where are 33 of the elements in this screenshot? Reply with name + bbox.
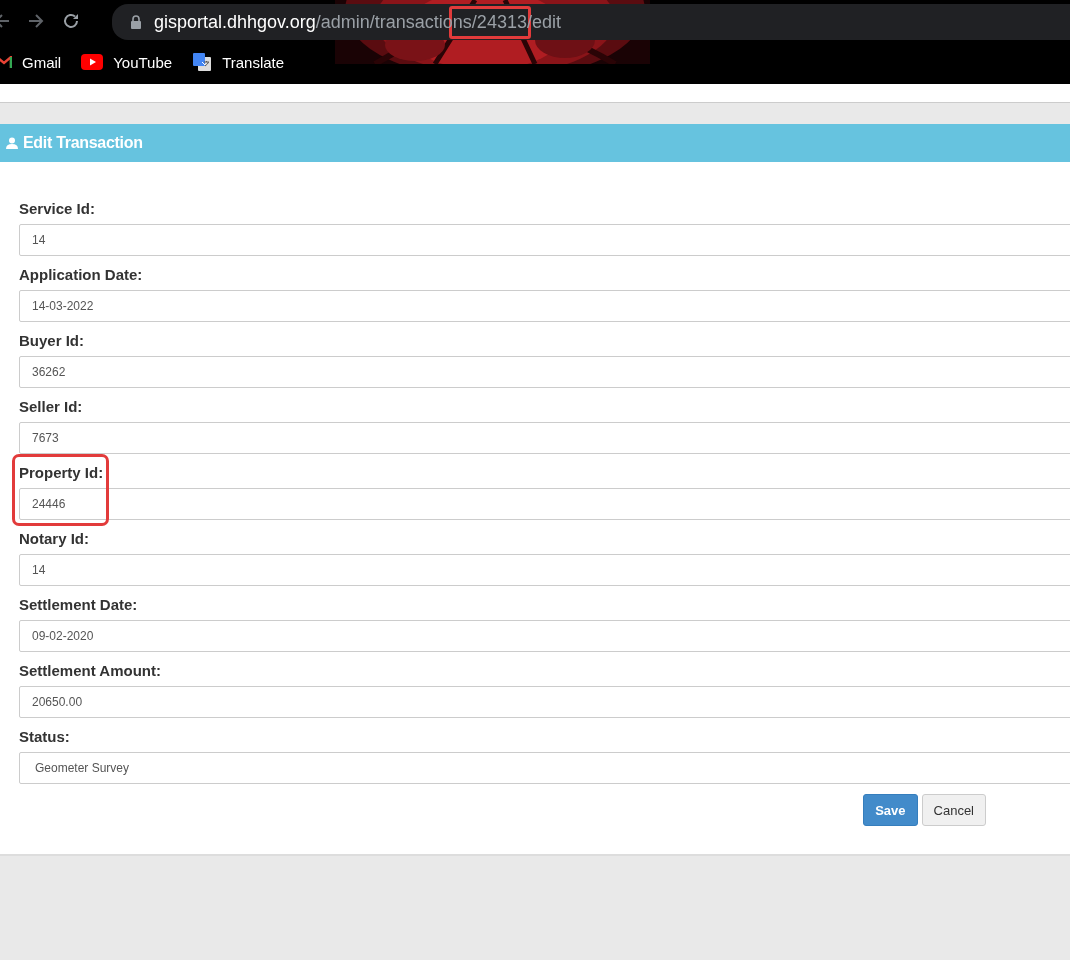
url-text: ns/24313 [452,11,527,33]
lock-icon [130,15,142,29]
user-icon [6,137,18,149]
input-field[interactable]: 20650.00 [19,686,1070,718]
mail-icon [0,56,12,68]
panel-title: Edit Transaction [23,134,143,152]
forward-icon[interactable] [28,13,44,29]
play-icon [81,54,104,70]
status-select[interactable]: Geometer Survey [19,752,1070,784]
field-label: Settlement Amount: [19,662,162,679]
field-label: Buyer Id: [19,332,85,349]
bookmark-link[interactable]: YouTube [81,53,173,71]
field-label: Application Date: [19,266,144,283]
reload-icon[interactable] [62,12,80,30]
field-label: Notary Id: [19,530,90,547]
field-label: Status: [19,728,71,745]
url-text: gisportal.dhhgov.org [154,11,316,33]
input-field[interactable]: 14 [19,224,1070,256]
translate-icon [192,52,213,72]
field-label: Property Id: [19,464,105,481]
save-button[interactable]: Save [863,794,918,826]
field-label: Settlement Date: [19,596,139,613]
input-field[interactable]: 09-02-2020 [19,620,1070,652]
bookmark-link[interactable]: Translate [192,52,285,72]
input-field[interactable]: 36262 [19,356,1070,388]
input-field[interactable]: 7673 [19,422,1070,454]
field-label: Service Id: [19,200,96,217]
cancel-button[interactable]: Cancel [921,794,986,826]
input-field[interactable]: 14 [19,554,1070,586]
field-label: Seller Id: [19,398,84,415]
input-field[interactable]: 14-03-2022 [19,290,1070,322]
bookmark-link[interactable]: Gmail [0,53,62,71]
input-field[interactable]: 24446 [19,488,1070,520]
